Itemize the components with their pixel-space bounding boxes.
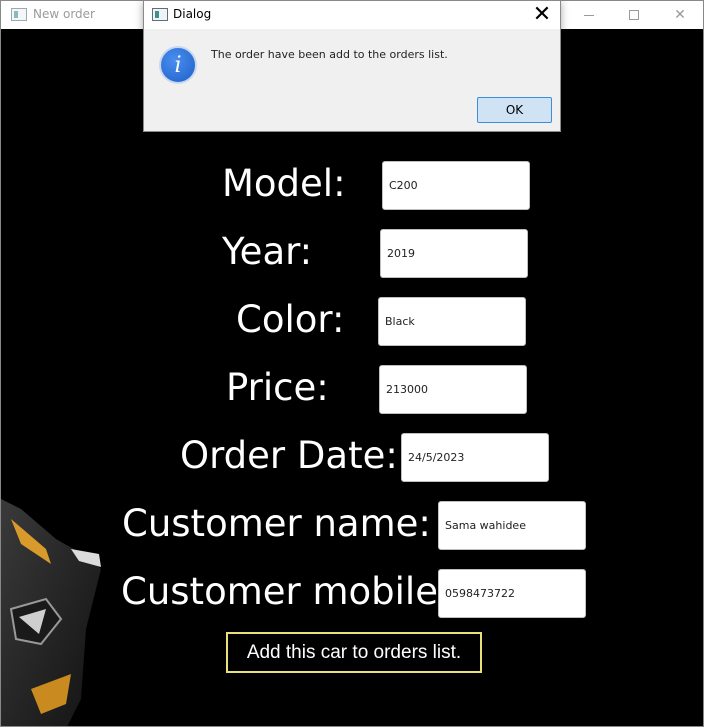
model-input[interactable] [382,161,530,210]
customer-name-input[interactable] [438,501,586,550]
close-icon: ✕ [532,2,552,27]
main-window-title: New order [33,7,95,21]
app-window-icon [11,8,27,21]
price-label: Price: [226,366,329,409]
color-label: Color: [236,298,345,341]
ok-button[interactable]: OK [477,97,552,123]
minimize-button[interactable] [566,1,612,29]
maximize-button[interactable] [611,1,657,29]
dialog-window-icon [152,8,168,21]
order-form: Model: Year: Color: Price: Order Date: C… [1,29,703,726]
year-input[interactable] [380,229,528,278]
dialog-message: The order have been add to the orders li… [211,48,448,61]
confirmation-dialog: Dialog ✕ i The order have been add to th… [143,0,561,132]
dialog-titlebar: Dialog ✕ [144,1,560,29]
add-to-orders-button[interactable]: Add this car to orders list. [226,632,482,673]
order-date-input[interactable] [401,433,549,482]
customer-mobile-label: Customer mobile: [121,570,451,613]
price-input[interactable] [379,365,527,414]
customer-mobile-input[interactable] [438,569,586,618]
customer-name-label: Customer name: [122,502,431,545]
car-image [1,499,101,726]
dialog-title: Dialog [173,7,212,21]
minimize-icon [584,14,594,16]
main-close-button[interactable]: ✕ [657,1,703,29]
model-label: Model: [222,162,346,205]
information-icon: i [159,46,197,84]
color-input[interactable] [378,297,526,346]
maximize-icon [629,10,639,20]
close-icon: ✕ [674,7,686,23]
year-label: Year: [222,230,313,273]
dialog-close-button[interactable]: ✕ [530,3,554,27]
order-date-label: Order Date: [180,434,398,477]
